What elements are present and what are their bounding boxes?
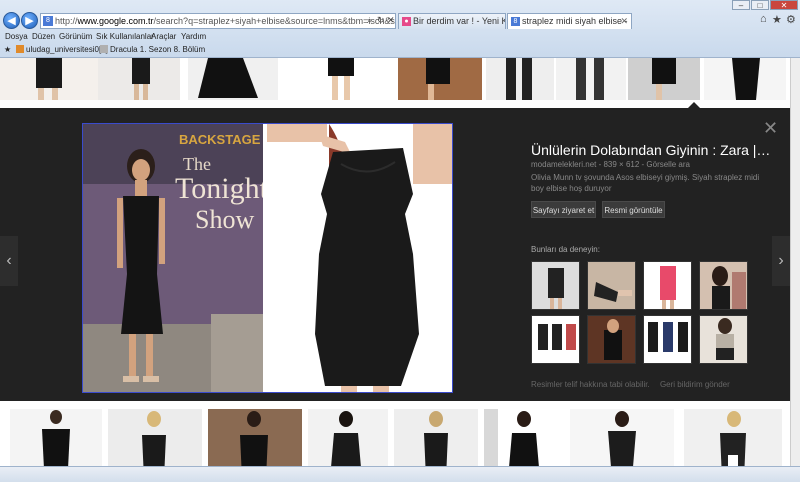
address-path: /search?q=straplez+siyah+elbise&source=l… [153,16,395,26]
view-image-button[interactable]: Resmi görüntüle [602,201,665,218]
menu-dosya[interactable]: Dosya [5,31,28,43]
related-thumbnail[interactable] [531,315,580,364]
related-thumbnail[interactable] [587,261,636,310]
stop-icon[interactable]: ✕ [387,13,395,27]
image-description: Olivia Munn tv şovunda Asos elbiseyi giy… [531,173,760,193]
google-site-icon: 8 [43,16,53,26]
refresh-icon[interactable]: ↻ [377,13,385,27]
copyright-notice: Resimler telif hakkına tabi olabilir. [531,380,650,389]
address-prefix: http:// [55,16,78,26]
result-thumbnail[interactable] [0,58,98,100]
result-thumbnail[interactable] [98,58,180,100]
tab-label: straplez midi siyah elbise - [522,16,628,26]
favorite-label: uludag_universitesi0[1] [26,45,108,54]
result-thumbnail[interactable] [188,58,278,100]
preview-image[interactable]: BACKSTAGE The Tonight Show [82,123,453,393]
favorites-star-icon[interactable]: ★ [4,43,11,57]
result-thumbnail[interactable] [486,58,554,100]
top-thumbnail-row [0,58,800,108]
related-thumbnail[interactable] [643,261,692,310]
gear-icon[interactable]: ⚙ [786,13,796,26]
address-domain: www.google.com.tr [77,16,154,26]
browser-chrome: – □ ✕ ◀ ▶ 8 http://www.google.com.tr/sea… [0,0,800,58]
related-thumbnail[interactable] [643,315,692,364]
favorites-bar: ★ uludag_universitesi0[1] Dracula 1. Sez… [0,43,800,57]
menu-gorunum[interactable]: Görünüm [59,31,92,43]
close-window-button[interactable]: ✕ [770,0,798,10]
close-tab-icon[interactable]: ✕ [620,14,628,29]
forward-button[interactable]: ▶ [21,12,38,29]
result-thumbnail[interactable] [282,58,392,100]
feedback-link[interactable]: Geri bildirim gönder [660,380,730,389]
result-thumbnail[interactable] [398,58,482,100]
result-thumbnail-selected[interactable] [628,58,700,100]
image-results-page: ‹ › BACKSTAGE The Tonight Show ✕ Ünlüler… [0,58,800,482]
menu-duzen[interactable]: Düzen [32,31,55,43]
footer-links: Resimler telif hakkına tabi olabilir. Ge… [531,380,738,389]
search-icon[interactable]: ⌕ [367,13,372,27]
status-bar [0,466,800,482]
visit-page-button[interactable]: Sayfayı ziyaret et [531,201,596,218]
related-thumbnail[interactable] [531,261,580,310]
show-title-tonight: Tonight [175,172,269,205]
back-button[interactable]: ◀ [3,12,20,29]
tab-bir-derdim[interactable]: ● Bir derdim var ! - Yeni Konu aç [398,13,506,29]
favorite-item-uludag[interactable]: uludag_universitesi0[1] [16,43,108,57]
image-meta: modamelekleri.net - 839 × 612 - Görselle… [531,160,690,169]
result-thumbnail[interactable] [556,58,626,100]
address-row: ◀ ▶ 8 http://www.google.com.tr/search?q=… [0,11,800,31]
menu-bar: Dosya Düzen Görünüm Sık Kullanılanlar Ar… [0,31,800,43]
favorites-star-icon[interactable]: ★ [772,13,782,26]
tab-straplez[interactable]: 8 straplez midi siyah elbise - ✕ [507,13,632,29]
image-preview-panel: ‹ › BACKSTAGE The Tonight Show ✕ Ünlüler… [0,102,800,401]
bookmark-icon [16,45,24,53]
home-icon[interactable]: ⌂ [760,13,767,25]
related-thumbnail[interactable] [699,315,748,364]
result-thumbnail[interactable] [704,58,786,100]
page-icon [100,45,108,53]
address-bar[interactable]: 8 http://www.google.com.tr/search?q=stra… [40,13,396,29]
previous-image-button[interactable]: ‹ [0,236,18,286]
image-title[interactable]: Ünlülerin Dolabından Giyinin : Zara |… [531,142,771,158]
forum-site-icon: ● [402,17,411,26]
maximize-button[interactable]: □ [751,0,769,10]
next-image-button[interactable]: › [772,236,790,286]
menu-yardim[interactable]: Yardım [181,31,206,43]
related-thumbnail[interactable] [699,261,748,310]
related-thumbnail[interactable] [587,315,636,364]
related-label: Bunları da deneyin: [531,245,600,254]
show-title-show: Show [195,205,254,234]
close-preview-icon[interactable]: ✕ [763,118,778,139]
show-title-the: The [183,154,211,174]
title-bar: – □ ✕ [0,0,800,10]
favorite-item-dracula[interactable]: Dracula 1. Sezon 8. Bölüm [100,43,205,57]
google-site-icon: 8 [511,17,520,26]
favorite-label: Dracula 1. Sezon 8. Bölüm [110,45,206,54]
page-scrollbar[interactable] [790,58,800,466]
minimize-button[interactable]: – [732,0,750,10]
menu-sik-kullanilanlar[interactable]: Sık Kullanılanlar [96,31,154,43]
tab-label: Bir derdim var ! - Yeni Konu aç [413,16,505,26]
menu-araclar[interactable]: Araçlar [151,31,176,43]
selection-caret [688,102,700,108]
backstage-sign: BACKSTAGE [179,132,261,147]
